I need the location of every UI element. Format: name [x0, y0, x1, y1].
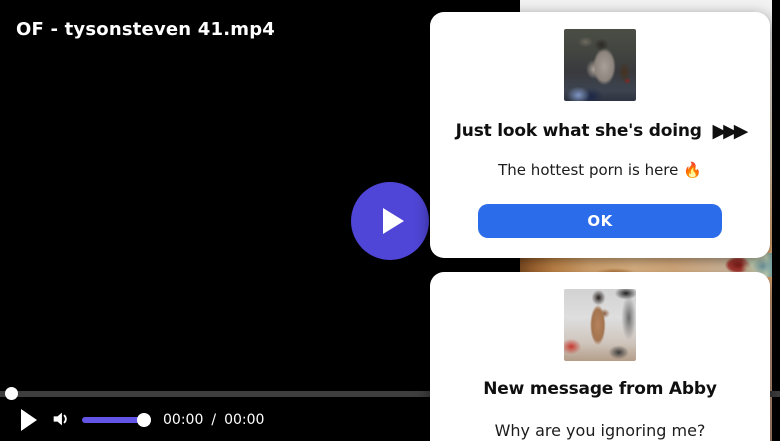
volume-icon	[50, 412, 72, 433]
video-player-page: OF - tysonsteven 41.mp4 00:00 / 00:00 Ju…	[0, 0, 780, 441]
triple-play-arrows-icon: ▶▶▶	[712, 120, 748, 142]
play-button[interactable]	[14, 405, 44, 435]
popup-message-thumbnail[interactable]	[564, 289, 636, 361]
ok-button[interactable]: OK	[478, 204, 722, 238]
popup-ad-card: Just look what she's doing ▶▶▶ The hotte…	[430, 12, 770, 258]
volume-slider[interactable]	[82, 413, 151, 427]
popup-ad-title: Just look what she's doing ▶▶▶	[430, 119, 770, 142]
fire-emoji-icon: 🔥	[683, 161, 702, 179]
video-title: OF - tysonsteven 41.mp4	[16, 19, 276, 40]
progress-thumb[interactable]	[5, 387, 18, 400]
popup-message-text: Why are you ignoring me?	[494, 421, 706, 440]
big-play-button[interactable]	[351, 182, 429, 260]
popup-ad-title-text: Just look what she's doing	[455, 121, 702, 141]
popup-message-title: New message from Abby	[483, 379, 717, 399]
time-separator: /	[211, 412, 217, 428]
popup-ad-subtitle-text: The hottest porn is here	[498, 161, 679, 179]
time-display: 00:00 / 00:00	[163, 412, 264, 428]
play-icon	[21, 409, 37, 431]
play-icon	[383, 208, 404, 234]
popup-ad-thumbnail[interactable]	[564, 29, 636, 101]
popup-message-card: New message from Abby Why are you ignori…	[430, 272, 770, 441]
duration: 00:00	[224, 412, 265, 428]
volume-thumb[interactable]	[137, 413, 151, 427]
mute-button[interactable]	[49, 407, 73, 431]
current-time: 00:00	[163, 412, 204, 428]
popup-ad-subtitle: The hottest porn is here 🔥	[430, 161, 770, 179]
